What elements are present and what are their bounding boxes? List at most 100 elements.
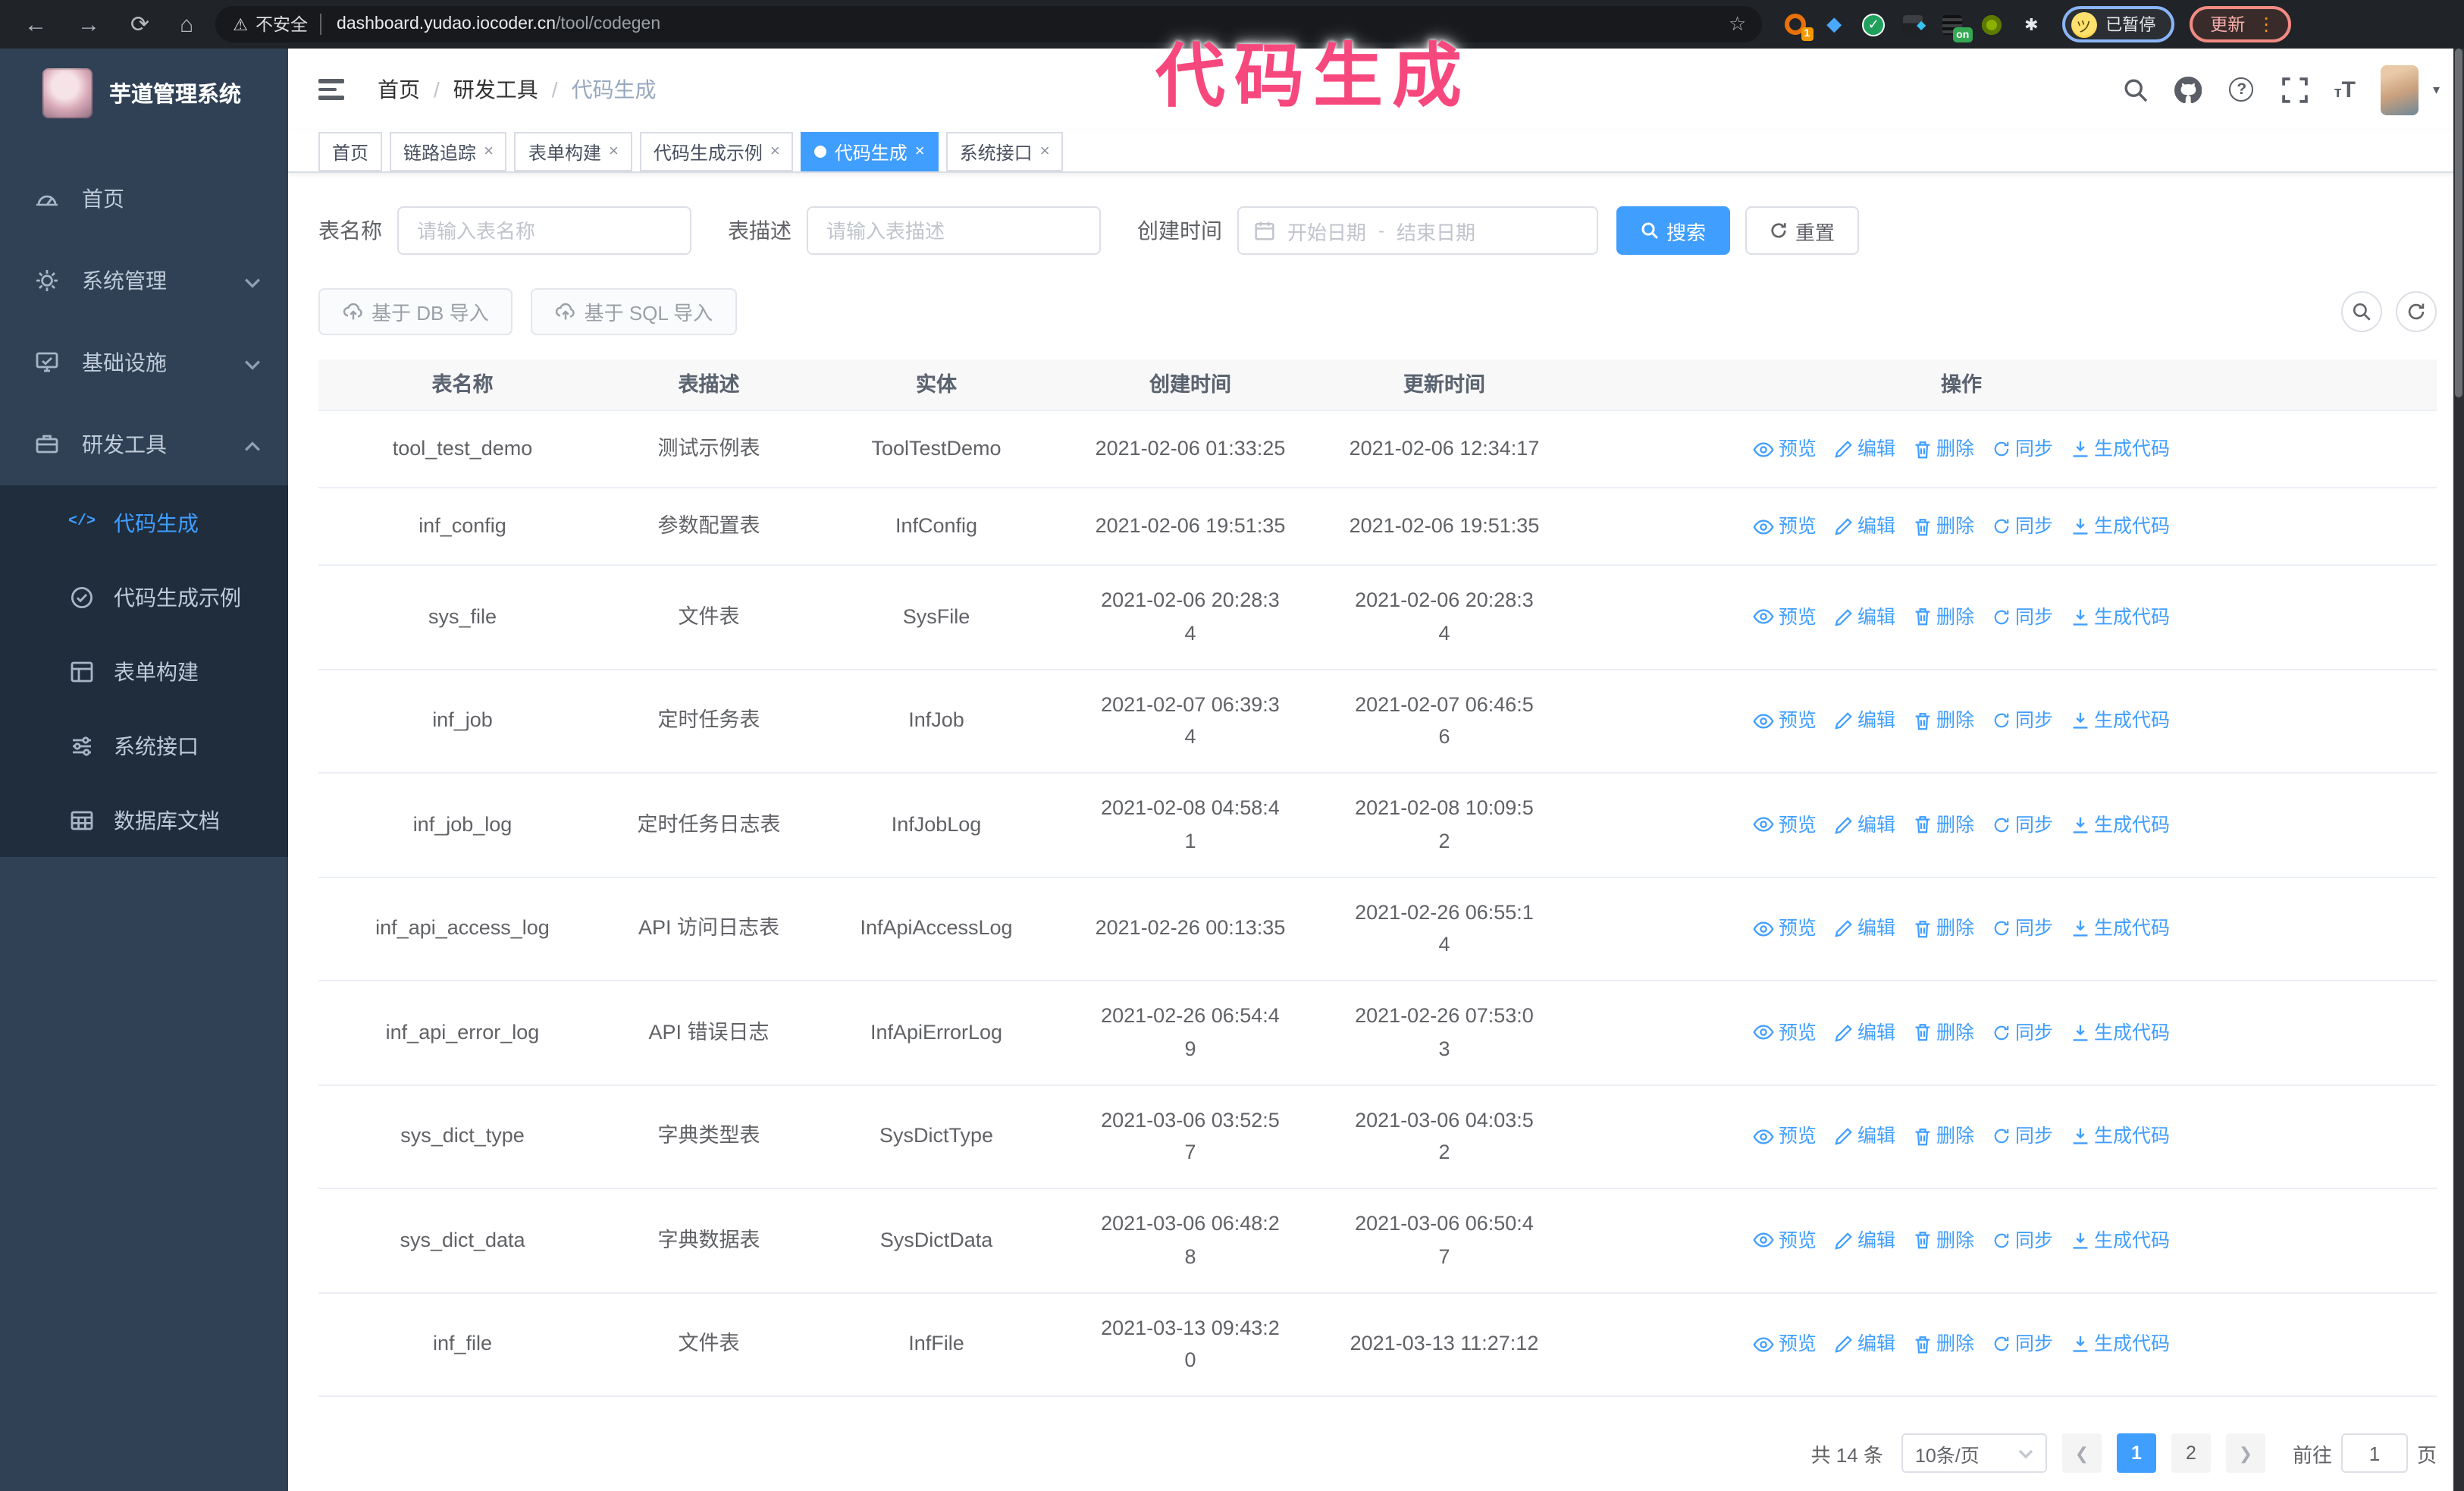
delete-link[interactable]: 删除 <box>1914 1226 1974 1256</box>
sidebar-subitem-0[interactable]: </> 代码生成 <box>0 485 288 560</box>
extensions-puzzle-icon[interactable]: ✱ <box>2019 12 2043 36</box>
generate-code-link[interactable]: 生成代码 <box>2071 914 2170 944</box>
edit-link[interactable]: 编辑 <box>1835 1018 1895 1048</box>
generate-code-link[interactable]: 生成代码 <box>2071 1226 2170 1256</box>
edit-link[interactable]: 编辑 <box>1835 1329 1895 1360</box>
tab-2[interactable]: 表单构建 × <box>514 132 632 171</box>
sidebar-collapse-icon[interactable] <box>318 79 344 100</box>
breadcrumb-item-0[interactable]: 首页 <box>378 74 420 105</box>
show-search-toggle-button[interactable] <box>2341 291 2382 332</box>
delete-link[interactable]: 删除 <box>1914 434 1974 464</box>
generate-code-link[interactable]: 生成代码 <box>2071 434 2170 464</box>
sync-link[interactable]: 同步 <box>1992 914 2053 944</box>
edit-link[interactable]: 编辑 <box>1835 706 1895 736</box>
close-icon[interactable]: × <box>484 143 494 161</box>
table-name-input[interactable] <box>397 206 691 255</box>
extension-ring-icon[interactable]: 1 <box>1782 12 1814 41</box>
sync-link[interactable]: 同步 <box>1992 706 2053 736</box>
preview-link[interactable]: 预览 <box>1753 602 1817 632</box>
preview-link[interactable]: 预览 <box>1753 914 1817 944</box>
extension-key-icon[interactable] <box>1980 12 2004 36</box>
help-icon[interactable]: ? <box>2228 76 2256 103</box>
delete-link[interactable]: 删除 <box>1914 1329 1974 1360</box>
extension-proxy-icon[interactable]: on <box>1940 12 1973 42</box>
edit-link[interactable]: 编辑 <box>1835 1122 1895 1152</box>
delete-link[interactable]: 删除 <box>1914 1122 1974 1152</box>
user-menu-caret-icon[interactable]: ▾ <box>2433 81 2440 98</box>
delete-link[interactable]: 删除 <box>1914 706 1974 736</box>
user-avatar[interactable] <box>2381 64 2419 115</box>
header-search-icon[interactable] <box>2122 76 2149 103</box>
page-button-1[interactable]: 1 <box>2116 1433 2156 1473</box>
sync-link[interactable]: 同步 <box>1992 1329 2053 1360</box>
breadcrumb-item-1[interactable]: 研发工具 <box>453 74 538 105</box>
generate-code-link[interactable]: 生成代码 <box>2071 1329 2170 1360</box>
extension-grid-icon[interactable]: ◆ <box>1901 12 1926 36</box>
extension-gem-icon[interactable]: ◆ <box>1822 12 1846 36</box>
bookmark-star-icon[interactable]: ☆ <box>1729 12 1746 36</box>
reset-button[interactable]: 重置 <box>1745 206 1860 255</box>
browser-home-icon[interactable]: ⌂ <box>180 11 193 37</box>
edit-link[interactable]: 编辑 <box>1835 1226 1895 1256</box>
sidebar-item-1[interactable]: 系统管理 <box>0 240 288 322</box>
edit-link[interactable]: 编辑 <box>1835 434 1895 464</box>
browser-menu-icon[interactable]: ⋮ <box>2257 14 2275 35</box>
generate-code-link[interactable]: 生成代码 <box>2071 1122 2170 1152</box>
preview-link[interactable]: 预览 <box>1753 1226 1817 1256</box>
sync-link[interactable]: 同步 <box>1992 1226 2053 1256</box>
tab-5[interactable]: 系统接口 × <box>945 132 1064 171</box>
tab-4[interactable]: 代码生成 × <box>801 132 939 171</box>
preview-link[interactable]: 预览 <box>1753 434 1817 464</box>
goto-page-input[interactable] <box>2340 1433 2408 1473</box>
fullscreen-icon[interactable] <box>2281 76 2309 103</box>
generate-code-link[interactable]: 生成代码 <box>2071 602 2170 632</box>
address-bar[interactable]: ⚠ 不安全 dashboard.yudao.iocoder.cn/tool/co… <box>215 6 1762 42</box>
browser-scrollbar[interactable] <box>2453 49 2464 1491</box>
sidebar-item-3[interactable]: 研发工具 <box>0 403 288 485</box>
sidebar-subitem-1[interactable]: 代码生成示例 <box>0 560 288 634</box>
preview-link[interactable]: 预览 <box>1753 810 1817 840</box>
tab-0[interactable]: 首页 <box>318 132 383 171</box>
delete-link[interactable]: 删除 <box>1914 914 1974 944</box>
sidebar-subitem-2[interactable]: 表单构建 <box>0 634 288 708</box>
date-range-picker[interactable]: 开始日期 - 结束日期 <box>1237 206 1598 255</box>
browser-back-icon[interactable]: ← <box>24 11 47 37</box>
table-desc-input[interactable] <box>807 206 1101 255</box>
preview-link[interactable]: 预览 <box>1753 1018 1817 1048</box>
tab-3[interactable]: 代码生成示例 × <box>639 132 794 171</box>
import-sql-button[interactable]: 基于 SQL 导入 <box>531 288 738 335</box>
sync-link[interactable]: 同步 <box>1992 511 2053 541</box>
edit-link[interactable]: 编辑 <box>1835 511 1895 541</box>
sync-link[interactable]: 同步 <box>1992 1122 2053 1152</box>
sync-link[interactable]: 同步 <box>1992 1018 2053 1048</box>
sidebar-item-2[interactable]: 基础设施 <box>0 322 288 403</box>
browser-profile-button[interactable]: ツ 已暂停 <box>2061 6 2174 42</box>
tab-1[interactable]: 链路追踪 × <box>390 132 507 171</box>
sidebar-subitem-4[interactable]: 数据库文档 <box>0 783 288 857</box>
generate-code-link[interactable]: 生成代码 <box>2071 1018 2170 1048</box>
close-icon[interactable]: × <box>609 143 619 161</box>
edit-link[interactable]: 编辑 <box>1835 810 1895 840</box>
browser-forward-icon[interactable]: → <box>77 11 100 37</box>
github-icon[interactable] <box>2174 75 2202 103</box>
page-size-select[interactable]: 10条/页 <box>1901 1433 2047 1473</box>
generate-code-link[interactable]: 生成代码 <box>2071 810 2170 840</box>
prev-page-button[interactable]: ❮ <box>2061 1433 2102 1473</box>
preview-link[interactable]: 预览 <box>1753 1122 1817 1152</box>
browser-reload-icon[interactable]: ⟳ <box>130 11 149 38</box>
generate-code-link[interactable]: 生成代码 <box>2071 511 2170 541</box>
search-button[interactable]: 搜索 <box>1616 206 1731 255</box>
sidebar-item-0[interactable]: 首页 <box>0 158 288 240</box>
generate-code-link[interactable]: 生成代码 <box>2071 706 2170 736</box>
sync-link[interactable]: 同步 <box>1992 602 2053 632</box>
close-icon[interactable]: × <box>770 143 780 161</box>
preview-link[interactable]: 预览 <box>1753 706 1817 736</box>
refresh-table-button[interactable] <box>2396 291 2437 332</box>
close-icon[interactable]: × <box>915 143 925 161</box>
font-size-icon[interactable]: тT <box>2334 77 2356 102</box>
import-db-button[interactable]: 基于 DB 导入 <box>318 288 513 335</box>
edit-link[interactable]: 编辑 <box>1835 914 1895 944</box>
delete-link[interactable]: 删除 <box>1914 602 1974 632</box>
preview-link[interactable]: 预览 <box>1753 511 1817 541</box>
close-icon[interactable]: × <box>1040 143 1050 161</box>
